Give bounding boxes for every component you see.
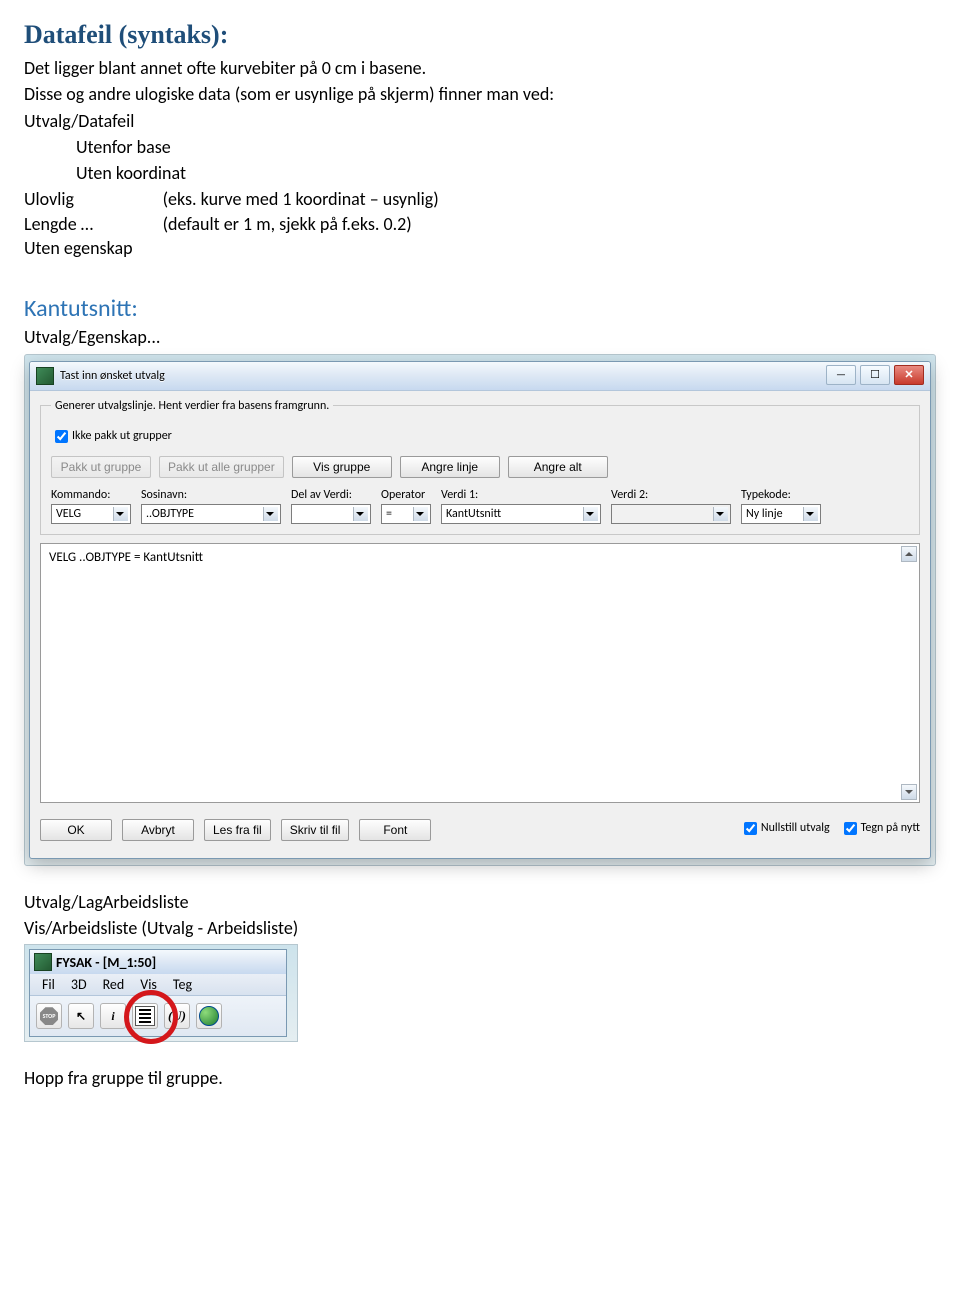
checkbox-nullstill-input[interactable] [744,822,757,835]
arrow-icon[interactable]: ↖ [68,1003,94,1029]
query-textarea[interactable]: VELG ..OBJTYPE = KantUtsnitt [40,543,920,803]
checkbox-tegn-input[interactable] [844,822,857,835]
fysak-window: FYSAK - [M_1:50] Fil 3D Red Vis Teg STOP… [29,949,287,1037]
checkbox-ikke-pakk-input[interactable] [55,430,68,443]
intro-line2: Disse og andre ulogiske data (som er usy… [24,82,936,106]
avbryt-button[interactable]: Avbryt [122,819,194,841]
intro-line3: Utvalg/Datafeil [24,109,936,133]
intro-line4: Utenfor base [24,135,936,159]
ulovlig-desc: (eks. kurve med 1 koordinat – usynlig) [163,187,469,211]
kant-line: Utvalg/Egenskap... [24,325,936,349]
del-av-verdi-label: Del av Verdi: [291,488,371,502]
last-line: Hopp fra gruppe til gruppe. [24,1066,936,1090]
sosinavn-combo[interactable]: ..OBJTYPE [141,504,281,524]
del-av-verdi-combo[interactable] [291,504,371,524]
checkbox-tegn-label: Tegn på nytt [861,821,920,835]
groupbox-legend: Generer utvalgslinje. Hent verdier fra b… [51,399,333,413]
egenskap-label: Uten egenskap [24,236,163,260]
post-l1: Utvalg/LagArbeidsliste [24,890,936,914]
fysak-title: FYSAK - [M_1:50] [56,954,156,971]
lengde-desc: (default er 1 m, sjekk på f.eks. 0.2) [163,212,469,236]
checkbox-ikke-pakk-label: Ikke pakk ut grupper [72,429,172,443]
fysak-app-icon [34,953,52,971]
menu-red[interactable]: Red [97,976,131,993]
skriv-til-fil-button[interactable]: Skriv til fil [281,819,350,841]
stop-icon[interactable]: STOP [36,1003,62,1029]
vis-gruppe-button[interactable]: Vis gruppe [292,456,392,478]
post-l2: Vis/Arbeidsliste (Utvalg - Arbeidsliste) [24,916,936,940]
list-icon[interactable] [132,1003,158,1029]
scroll-up-icon[interactable] [901,546,917,562]
checkbox-nullstill[interactable]: Nullstill utvalg [740,819,830,838]
u-icon[interactable]: (U) [164,1003,190,1029]
groupbox-generer: Generer utvalgslinje. Hent verdier fra b… [40,399,920,535]
scroll-down-icon[interactable] [901,784,917,800]
angre-alt-button[interactable]: Angre alt [508,456,608,478]
checkbox-nullstill-label: Nullstill utvalg [761,821,830,835]
menu-3d[interactable]: 3D [65,976,93,993]
titlebar[interactable]: Tast inn ønsket utvalg — ☐ ✕ [30,362,930,391]
verdi1-label: Verdi 1: [441,488,601,502]
menu-vis[interactable]: Vis [134,976,163,993]
fysak-backdrop: FYSAK - [M_1:50] Fil 3D Red Vis Teg STOP… [24,944,298,1042]
dialog-tast-inn: Tast inn ønsket utvalg — ☐ ✕ Generer utv… [29,361,931,859]
pakk-ut-gruppe-button: Pakk ut gruppe [51,456,151,478]
font-button[interactable]: Font [359,819,431,841]
ok-button[interactable]: OK [40,819,112,841]
fysak-titlebar[interactable]: FYSAK - [M_1:50] [30,950,286,974]
kommando-combo[interactable]: VELG [51,504,131,524]
les-fra-fil-button[interactable]: Les fra fil [204,819,271,841]
verdi1-combo[interactable]: KantUtsnitt [441,504,601,524]
verdi2-label: Verdi 2: [611,488,731,502]
fysak-toolbar: STOP ↖ i (U) [30,996,286,1036]
info-icon[interactable]: i [100,1003,126,1029]
pakk-ut-alle-button: Pakk ut alle grupper [159,456,284,478]
heading-datafeil: Datafeil (syntaks): [24,20,936,50]
verdi2-combo [611,504,731,524]
intro-line1: Det ligger blant annet ofte kurvebiter p… [24,56,936,80]
lengde-label: Lengde … [24,212,163,236]
operator-combo[interactable]: = [381,504,431,524]
intro-line5: Uten koordinat [24,161,936,185]
globe-icon[interactable] [196,1003,222,1029]
window-title: Tast inn ønsket utvalg [60,369,165,383]
kommando-label: Kommando: [51,488,131,502]
menu-fil[interactable]: Fil [36,976,61,993]
checkbox-ikke-pakk[interactable]: Ikke pakk ut grupper [51,427,172,446]
egenskap-desc [163,236,469,260]
close-button[interactable]: ✕ [894,365,924,385]
typekode-combo[interactable]: Ny linje [741,504,821,524]
maximize-button[interactable]: ☐ [860,365,890,385]
query-text: VELG ..OBJTYPE = KantUtsnitt [49,550,203,565]
fysak-menus: Fil 3D Red Vis Teg [30,974,286,996]
dialog-backdrop: Tast inn ønsket utvalg — ☐ ✕ Generer utv… [24,354,936,866]
ulovlig-label: Ulovlig [24,187,163,211]
menu-teg[interactable]: Teg [167,976,198,993]
checkbox-tegn[interactable]: Tegn på nytt [840,819,920,838]
sosinavn-label: Sosinavn: [141,488,281,502]
operator-label: Operator [381,488,431,502]
minimize-button[interactable]: — [826,365,856,385]
angre-linje-button[interactable]: Angre linje [400,456,500,478]
heading-kantutsnitt: Kantutsnitt: [24,294,936,323]
app-icon [36,367,54,385]
typekode-label: Typekode: [741,488,821,502]
